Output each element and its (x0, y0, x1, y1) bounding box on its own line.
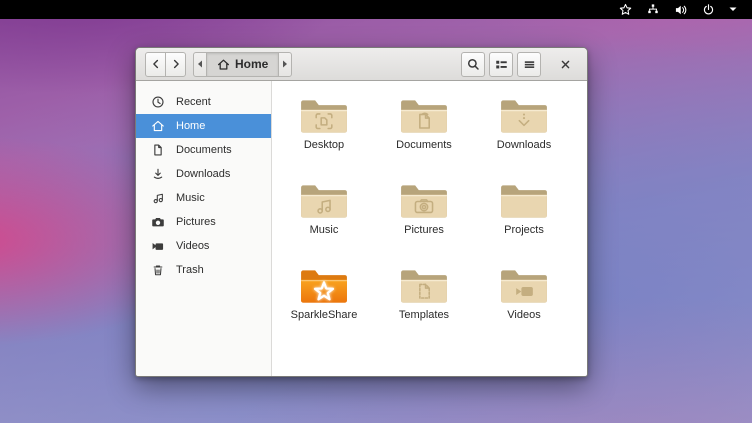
sidebar-item-label: Home (176, 120, 205, 132)
file-tile-projects[interactable]: Projects (474, 178, 574, 263)
chevron-down-icon[interactable] (722, 0, 744, 19)
home-icon (217, 58, 230, 71)
folder-icon (499, 180, 549, 222)
file-label: Downloads (497, 139, 551, 151)
file-tile-sparkleshare[interactable]: SparkleShare (274, 263, 374, 348)
sidebar-item-label: Music (176, 192, 205, 204)
music-icon (150, 190, 166, 206)
folder-icon (499, 95, 549, 137)
sidebar-item-downloads[interactable]: Downloads (136, 162, 271, 186)
power-icon[interactable] (695, 0, 722, 19)
sidebar-item-label: Documents (176, 144, 232, 156)
sidebar-item-recent[interactable]: Recent (136, 90, 271, 114)
folder-icon (299, 95, 349, 137)
file-label: Music (310, 224, 339, 236)
sidebar-item-videos[interactable]: Videos (136, 234, 271, 258)
pictures-icon (150, 214, 166, 230)
location-home-button[interactable]: Home (206, 52, 279, 77)
header-bar: Home (136, 48, 587, 81)
forward-button[interactable] (165, 52, 186, 77)
sidebar-item-label: Downloads (176, 168, 230, 180)
file-tile-music[interactable]: Music (274, 178, 374, 263)
file-view: Desktop Documents (272, 81, 587, 376)
window-body: Recent Home Documents Downloads (136, 81, 587, 376)
file-tile-videos[interactable]: Videos (474, 263, 574, 348)
file-tile-desktop[interactable]: Desktop (274, 93, 374, 178)
volume-icon[interactable] (667, 0, 695, 19)
sidebar-item-label: Recent (176, 96, 211, 108)
videos-icon (150, 238, 166, 254)
file-tile-downloads[interactable]: Downloads (474, 93, 574, 178)
folder-icon (399, 95, 449, 137)
sidebar-item-home[interactable]: Home (136, 114, 271, 138)
close-button[interactable] (552, 51, 578, 77)
sidebar-item-pictures[interactable]: Pictures (136, 210, 271, 234)
sidebar-item-label: Pictures (176, 216, 216, 228)
menu-button[interactable] (517, 52, 541, 77)
file-label: Desktop (304, 139, 344, 151)
network-icon[interactable] (639, 0, 667, 19)
file-label: Projects (504, 224, 544, 236)
home-icon (150, 118, 166, 134)
favorites-star-icon[interactable] (612, 0, 639, 19)
folder-icon (499, 265, 549, 307)
file-label: Videos (507, 309, 540, 321)
file-label: Templates (399, 309, 449, 321)
sidebar: Recent Home Documents Downloads (136, 81, 272, 376)
file-tile-pictures[interactable]: Pictures (374, 178, 474, 263)
folder-icon (399, 265, 449, 307)
back-button[interactable] (145, 52, 166, 77)
file-label: SparkleShare (291, 309, 358, 321)
documents-icon (150, 142, 166, 158)
sidebar-item-documents[interactable]: Documents (136, 138, 271, 162)
top-bar (0, 0, 752, 19)
trash-icon (150, 262, 166, 278)
file-tile-documents[interactable]: Documents (374, 93, 474, 178)
folder-icon (299, 180, 349, 222)
folder-orange-icon (299, 265, 349, 307)
headerbar-actions (461, 52, 541, 77)
file-label: Pictures (404, 224, 444, 236)
icon-grid: Desktop Documents (274, 93, 587, 348)
location-label: Home (235, 57, 268, 71)
recent-icon (150, 94, 166, 110)
sidebar-item-label: Videos (176, 240, 209, 252)
downloads-icon (150, 166, 166, 182)
path-bar: Home (193, 52, 292, 77)
view-toggle-button[interactable] (489, 52, 513, 77)
search-button[interactable] (461, 52, 485, 77)
file-label: Documents (396, 139, 452, 151)
sidebar-item-trash[interactable]: Trash (136, 258, 271, 282)
path-scroll-right-button[interactable] (278, 52, 292, 77)
file-tile-templates[interactable]: Templates (374, 263, 474, 348)
path-scroll-left-button[interactable] (193, 52, 207, 77)
folder-icon (399, 180, 449, 222)
sidebar-item-label: Trash (176, 264, 204, 276)
history-nav-group (145, 52, 186, 77)
sidebar-item-music[interactable]: Music (136, 186, 271, 210)
file-manager-window: Home (135, 47, 588, 377)
